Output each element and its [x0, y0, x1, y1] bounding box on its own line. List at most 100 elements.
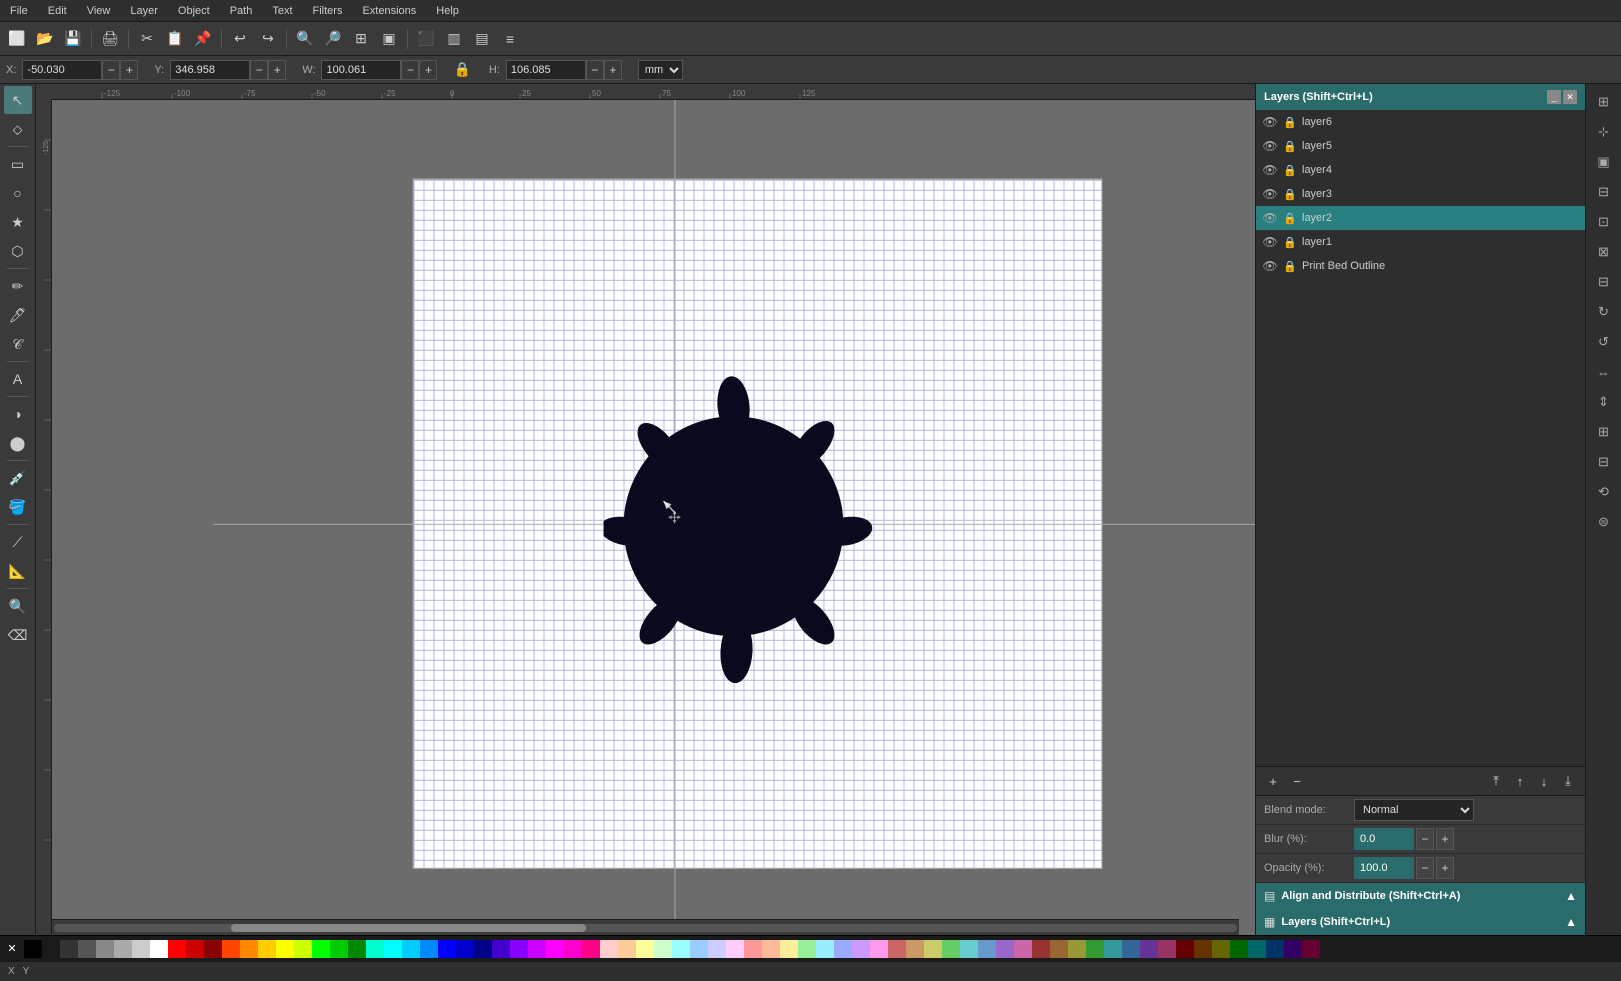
x-input[interactable]	[22, 60, 102, 80]
star-tool[interactable]: ★	[4, 208, 32, 236]
palette-swatch[interactable]	[636, 940, 654, 958]
rotate-ccw-button[interactable]: ↺	[1590, 328, 1618, 356]
palette-swatch[interactable]	[816, 940, 834, 958]
flip-h-button[interactable]: ⇔	[1590, 358, 1618, 386]
palette-swatch[interactable]	[420, 940, 438, 958]
calligraphy-tool[interactable]: 𝒞	[4, 330, 32, 358]
layer-move-bottom-button[interactable]: ⤓	[1557, 770, 1579, 792]
connector-tool[interactable]: ⟋	[4, 528, 32, 556]
layer-item-layer1[interactable]: 👁 🔒 layer1	[1256, 230, 1585, 254]
palette-swatch[interactable]	[852, 940, 870, 958]
w-minus[interactable]: −	[401, 60, 419, 80]
paint-tool[interactable]: 🪣	[4, 493, 32, 521]
menu-path[interactable]: Path	[224, 3, 259, 19]
palette-x-button[interactable]: ✕	[0, 936, 24, 962]
palette-swatch[interactable]	[456, 940, 474, 958]
redo-button[interactable]: ↪	[255, 26, 281, 52]
polygon-tool[interactable]: ⬡	[4, 237, 32, 265]
palette-swatch[interactable]	[798, 940, 816, 958]
blend-mode-select[interactable]: Normal Multiply Screen Overlay Darken Li…	[1354, 799, 1474, 821]
palette-swatch[interactable]	[1176, 940, 1194, 958]
layer4-lock-icon[interactable]: 🔒	[1282, 162, 1298, 178]
palette-swatch[interactable]	[474, 940, 492, 958]
panel-minimize-button[interactable]: _	[1547, 90, 1561, 104]
palette-swatch[interactable]	[1140, 940, 1158, 958]
eraser-tool[interactable]: ⌫	[4, 621, 32, 649]
menu-edit[interactable]: Edit	[42, 3, 73, 19]
layers-section-toggle[interactable]: ▲	[1565, 915, 1577, 929]
text-tool[interactable]: A	[4, 365, 32, 393]
palette-swatch[interactable]	[744, 940, 762, 958]
printbed-eye-icon[interactable]: 👁	[1262, 258, 1278, 274]
palette-swatch[interactable]	[186, 940, 204, 958]
palette-swatch[interactable]	[1032, 940, 1050, 958]
h-plus[interactable]: +	[604, 60, 622, 80]
palette-swatch[interactable]	[528, 940, 546, 958]
layers-section-header[interactable]: ▦ Layers (Shift+Ctrl+L) ▲	[1256, 909, 1585, 935]
h-input[interactable]	[506, 60, 586, 80]
palette-swatch[interactable]	[24, 940, 42, 958]
palette-swatch[interactable]	[1086, 940, 1104, 958]
scroll-track[interactable]	[54, 924, 1237, 932]
palette-swatch[interactable]	[546, 940, 564, 958]
layer-item-layer5[interactable]: 👁 🔒 layer5	[1256, 134, 1585, 158]
palette-swatch[interactable]	[978, 940, 996, 958]
layer1-eye-icon[interactable]: 👁	[1262, 234, 1278, 250]
y-minus[interactable]: −	[250, 60, 268, 80]
layer-move-top-button[interactable]: ⤒	[1485, 770, 1507, 792]
h-minus[interactable]: −	[586, 60, 604, 80]
zoom-page-fr-button[interactable]: ⊡	[1590, 208, 1618, 236]
palette-swatch[interactable]	[960, 940, 978, 958]
layer3-eye-icon[interactable]: 👁	[1262, 186, 1278, 202]
w-plus[interactable]: +	[419, 60, 437, 80]
opacity-input[interactable]	[1354, 857, 1414, 879]
layer-item-layer3[interactable]: 👁 🔒 layer3	[1256, 182, 1585, 206]
shape-container[interactable]	[603, 326, 883, 706]
palette-swatch[interactable]	[780, 940, 798, 958]
palette-swatch[interactable]	[312, 940, 330, 958]
layer-item-layer2[interactable]: 👁 🔒 layer2	[1256, 206, 1585, 230]
blur-minus-button[interactable]: −	[1416, 828, 1434, 850]
palette-swatch[interactable]	[942, 940, 960, 958]
snap-guide-button[interactable]: ⊟	[1590, 178, 1618, 206]
flip-v-button[interactable]: ⇕	[1590, 388, 1618, 416]
palette-swatch[interactable]	[492, 940, 510, 958]
snap-grid-button[interactable]: ⊞	[1590, 88, 1618, 116]
palette-swatch[interactable]	[834, 940, 852, 958]
layer5-eye-icon[interactable]: 👁	[1262, 138, 1278, 154]
zoom-out-button[interactable]: 🔎	[320, 26, 346, 52]
palette-swatch[interactable]	[114, 940, 132, 958]
menu-file[interactable]: File	[4, 3, 34, 19]
palette-swatch[interactable]	[1158, 940, 1176, 958]
view-guide-button[interactable]: ⊟	[1590, 448, 1618, 476]
palette-swatch[interactable]	[510, 940, 528, 958]
menu-object[interactable]: Object	[172, 3, 216, 19]
palette-swatch[interactable]	[348, 940, 366, 958]
palette-swatch[interactable]	[240, 940, 258, 958]
opacity-minus-button[interactable]: −	[1416, 857, 1434, 879]
menu-layer[interactable]: Layer	[124, 3, 164, 19]
print-button[interactable]: 🖨	[97, 26, 123, 52]
transform-button[interactable]: ⟲	[1590, 478, 1618, 506]
new-button[interactable]: ⬜	[4, 26, 30, 52]
y-plus[interactable]: +	[268, 60, 286, 80]
rect-tool[interactable]: ▭	[4, 150, 32, 178]
layer-move-up-button[interactable]: ↑	[1509, 770, 1531, 792]
snap-bbox-button[interactable]: ▣	[1590, 148, 1618, 176]
rotate-cw-button[interactable]: ↻	[1590, 298, 1618, 326]
menu-extensions[interactable]: Extensions	[356, 3, 422, 19]
palette-swatch[interactable]	[762, 940, 780, 958]
x-plus[interactable]: +	[120, 60, 138, 80]
layer-item-layer4[interactable]: 👁 🔒 layer4	[1256, 158, 1585, 182]
circle-tool[interactable]: ○	[4, 179, 32, 207]
palette-swatch[interactable]	[906, 940, 924, 958]
remove-layer-button[interactable]: −	[1286, 770, 1308, 792]
zoom-page-button[interactable]: ▣	[376, 26, 402, 52]
palette-swatch[interactable]	[168, 940, 186, 958]
zoom-fit-fr-button[interactable]: ⊟	[1590, 268, 1618, 296]
printbed-lock-icon[interactable]: 🔒	[1282, 258, 1298, 274]
align-fr-button[interactable]: ⊜	[1590, 508, 1618, 536]
layer-item-printbed[interactable]: 👁 🔒 Print Bed Outline	[1256, 254, 1585, 278]
layer1-lock-icon[interactable]: 🔒	[1282, 234, 1298, 250]
layer-move-down-button[interactable]: ↓	[1533, 770, 1555, 792]
